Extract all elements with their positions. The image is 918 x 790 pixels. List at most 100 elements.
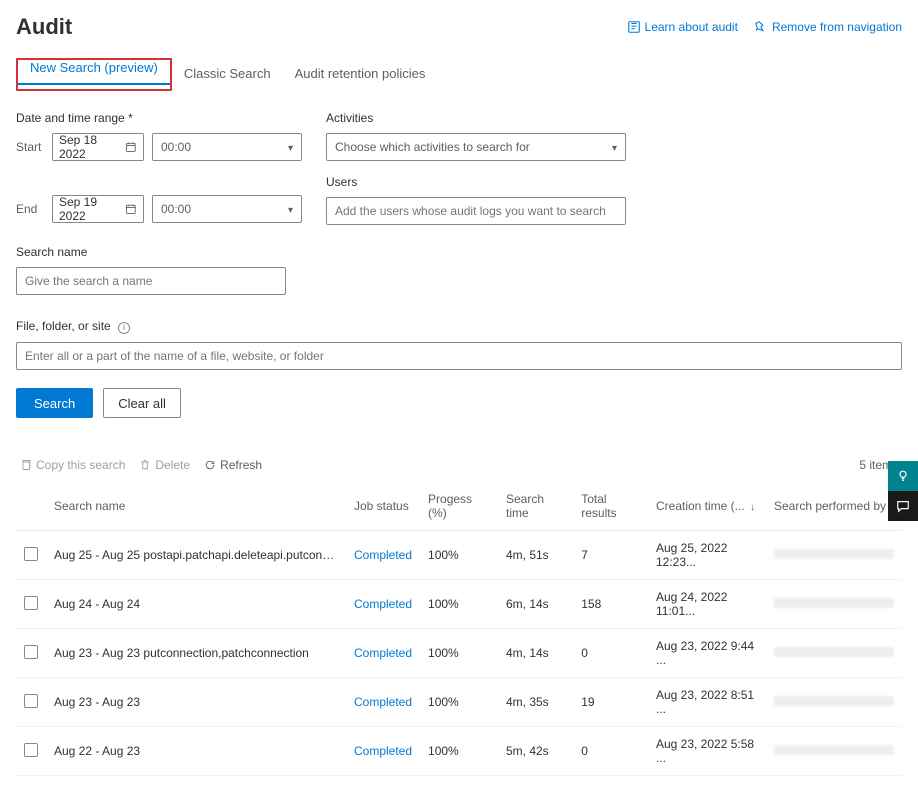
row-time: 4m, 35s bbox=[498, 678, 573, 727]
users-label: Users bbox=[326, 175, 626, 189]
row-creation: Aug 23, 2022 5:58 ... bbox=[648, 727, 766, 776]
file-input[interactable] bbox=[16, 342, 902, 370]
chevron-down-icon bbox=[288, 140, 293, 154]
tab-new-search[interactable]: New Search (preview) bbox=[18, 52, 170, 85]
chevron-down-icon bbox=[612, 140, 617, 154]
action-buttons: Search Clear all bbox=[16, 388, 902, 418]
side-helper-buttons bbox=[888, 461, 918, 521]
row-name: Aug 23 - Aug 23 bbox=[46, 678, 346, 727]
row-checkbox[interactable] bbox=[24, 743, 38, 757]
row-performed-by bbox=[766, 678, 902, 727]
col-creation-label: Creation time (... bbox=[656, 499, 745, 513]
learn-about-audit-link[interactable]: Learn about audit bbox=[627, 20, 738, 34]
row-time: 4m, 14s bbox=[498, 629, 573, 678]
row-status[interactable]: Completed bbox=[346, 629, 420, 678]
col-progress[interactable]: Progess (%) bbox=[420, 482, 498, 531]
unpin-icon bbox=[754, 20, 768, 34]
date-time-section: Date and time range * Start Sep 18 2022 … bbox=[16, 111, 302, 295]
calendar-icon bbox=[125, 203, 137, 215]
users-input[interactable] bbox=[326, 197, 626, 225]
file-label-text: File, folder, or site bbox=[16, 319, 111, 333]
row-status[interactable]: Completed bbox=[346, 678, 420, 727]
search-button[interactable]: Search bbox=[16, 388, 93, 418]
start-label: Start bbox=[16, 140, 44, 154]
row-creation: Aug 23, 2022 8:51 ... bbox=[648, 678, 766, 727]
row-creation: Aug 24, 2022 11:01... bbox=[648, 580, 766, 629]
start-time-value: 00:00 bbox=[161, 140, 191, 154]
calendar-icon bbox=[125, 141, 137, 153]
row-checkbox[interactable] bbox=[24, 596, 38, 610]
row-performed-by bbox=[766, 727, 902, 776]
row-time: 4m, 51s bbox=[498, 531, 573, 580]
help-bubble-button[interactable] bbox=[888, 461, 918, 491]
row-checkbox[interactable] bbox=[24, 547, 38, 561]
refresh-button[interactable]: Refresh bbox=[204, 458, 262, 472]
row-results: 19 bbox=[573, 678, 648, 727]
page-title: Audit bbox=[16, 14, 72, 40]
row-progress: 100% bbox=[420, 531, 498, 580]
search-name-label: Search name bbox=[16, 245, 302, 259]
row-name: Aug 23 - Aug 23 putconnection,patchconne… bbox=[46, 629, 346, 678]
copy-icon bbox=[20, 459, 32, 471]
row-name: Aug 22 - Aug 23 bbox=[46, 727, 346, 776]
row-checkbox[interactable] bbox=[24, 645, 38, 659]
row-time: 6m, 14s bbox=[498, 580, 573, 629]
tab-classic-search[interactable]: Classic Search bbox=[172, 58, 283, 91]
col-search-name[interactable]: Search name bbox=[46, 482, 346, 531]
row-results: 0 bbox=[573, 727, 648, 776]
book-icon bbox=[627, 20, 641, 34]
start-date-input[interactable]: Sep 18 2022 bbox=[52, 133, 144, 161]
row-results: 158 bbox=[573, 580, 648, 629]
end-label: End bbox=[16, 202, 44, 216]
search-name-input[interactable] bbox=[16, 267, 286, 295]
lightbulb-icon bbox=[896, 469, 910, 483]
row-creation: Aug 25, 2022 12:23... bbox=[648, 531, 766, 580]
info-icon[interactable]: i bbox=[118, 322, 130, 334]
delete-label: Delete bbox=[155, 458, 190, 472]
row-progress: 100% bbox=[420, 580, 498, 629]
file-section: File, folder, or site i bbox=[16, 319, 902, 370]
activities-placeholder: Choose which activities to search for bbox=[335, 140, 530, 154]
table-row[interactable]: Aug 23 - Aug 23Completed100%4m, 35s19Aug… bbox=[16, 678, 902, 727]
row-status[interactable]: Completed bbox=[346, 727, 420, 776]
row-results: 7 bbox=[573, 531, 648, 580]
end-date-input[interactable]: Sep 19 2022 bbox=[52, 195, 144, 223]
remove-from-nav-link[interactable]: Remove from navigation bbox=[754, 20, 902, 34]
clear-all-button[interactable]: Clear all bbox=[103, 388, 181, 418]
table-row[interactable]: Aug 23 - Aug 23 putconnection,patchconne… bbox=[16, 629, 902, 678]
delete-button[interactable]: Delete bbox=[139, 458, 190, 472]
activities-users-section: Activities Choose which activities to se… bbox=[326, 111, 626, 295]
table-row[interactable]: Aug 22 - Aug 23Completed100%5m, 42s0Aug … bbox=[16, 727, 902, 776]
row-status[interactable]: Completed bbox=[346, 531, 420, 580]
col-creation-time[interactable]: Creation time (... ↓ bbox=[648, 482, 766, 531]
row-name: Aug 25 - Aug 25 postapi.patchapi.deletea… bbox=[46, 531, 346, 580]
table-row[interactable]: Aug 25 - Aug 25 postapi.patchapi.deletea… bbox=[16, 531, 902, 580]
col-search-time[interactable]: Search time bbox=[498, 482, 573, 531]
row-progress: 100% bbox=[420, 678, 498, 727]
row-checkbox[interactable] bbox=[24, 694, 38, 708]
tab-retention-policies[interactable]: Audit retention policies bbox=[283, 58, 438, 91]
copy-search-button[interactable]: Copy this search bbox=[20, 458, 125, 472]
row-time: 5m, 42s bbox=[498, 727, 573, 776]
table-toolbar: Copy this search Delete Refresh 5 items bbox=[16, 458, 902, 472]
start-date-value: Sep 18 2022 bbox=[59, 133, 125, 161]
col-job-status[interactable]: Job status bbox=[346, 482, 420, 531]
file-label: File, folder, or site i bbox=[16, 319, 902, 334]
tab-bar: New Search (preview) Classic Search Audi… bbox=[16, 58, 902, 91]
remove-label: Remove from navigation bbox=[772, 20, 902, 34]
header-links: Learn about audit Remove from navigation bbox=[627, 20, 902, 34]
feedback-button[interactable] bbox=[888, 491, 918, 521]
end-time-select[interactable]: 00:00 bbox=[152, 195, 302, 223]
row-performed-by bbox=[766, 580, 902, 629]
table-row[interactable]: Aug 24 - Aug 24Completed100%6m, 14s158Au… bbox=[16, 580, 902, 629]
row-performed-by bbox=[766, 629, 902, 678]
row-name: Aug 24 - Aug 24 bbox=[46, 580, 346, 629]
chevron-down-icon bbox=[288, 202, 293, 216]
start-time-select[interactable]: 00:00 bbox=[152, 133, 302, 161]
col-performed-by[interactable]: Search performed by bbox=[766, 482, 902, 531]
row-status[interactable]: Completed bbox=[346, 580, 420, 629]
refresh-label: Refresh bbox=[220, 458, 262, 472]
row-creation: Aug 23, 2022 9:44 ... bbox=[648, 629, 766, 678]
activities-select[interactable]: Choose which activities to search for bbox=[326, 133, 626, 161]
col-total-results[interactable]: Total results bbox=[573, 482, 648, 531]
